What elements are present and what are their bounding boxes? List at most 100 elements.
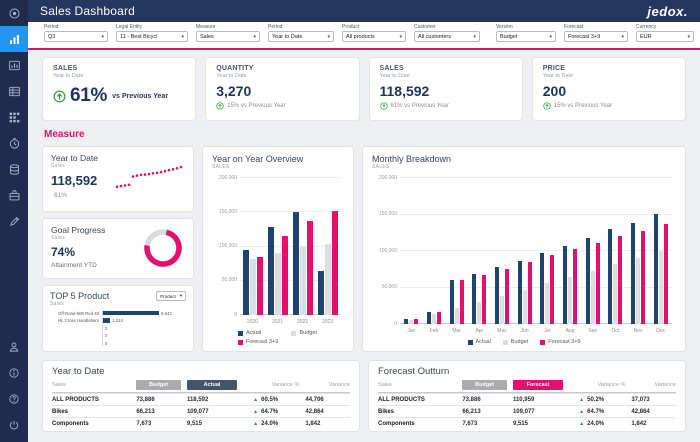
bar-forecast-3+9 (482, 275, 486, 324)
table-row[interactable]: Bikes 66,213 109,077 ▲64.7% 42,864 (52, 405, 350, 417)
jedox-logo: jedox. (647, 4, 688, 19)
table-header-row: Sales Budget Actual Variance % Variance (52, 379, 350, 393)
bar-group-2020 (240, 178, 265, 315)
legend-item-forecast-3+9: Forecast 3+9 (238, 339, 287, 345)
goal-value: 74% (51, 245, 105, 259)
bar-budget (591, 271, 595, 324)
designer-icon[interactable] (0, 208, 28, 234)
up-triangle-icon: ▲ (253, 421, 258, 427)
x-axis-tick: Sep (581, 328, 604, 334)
bar-actual (404, 319, 408, 324)
top5-bar-chart: Off-Road-500 Red 40 9,642HL Cross Handle… (50, 310, 186, 346)
filter-select[interactable]: EUR▾ (636, 31, 694, 42)
modeler-icon[interactable] (0, 104, 28, 130)
legend-swatch (238, 331, 243, 336)
y-axis-tick: 50,000 (213, 277, 237, 283)
bar-actual (318, 271, 324, 315)
bar-actual (293, 212, 299, 315)
bar-forecast-3+9 (282, 236, 288, 315)
bar-value: 0 (105, 326, 107, 331)
column-chip-budget[interactable]: Budget (462, 380, 507, 390)
filter-select[interactable]: All customers▾ (414, 31, 480, 42)
table-row[interactable]: Components 7,673 9,515 ▲24.0% 1,842 (52, 417, 350, 429)
widget-title: TOP 5 Product (50, 291, 109, 301)
integrator-icon[interactable] (0, 156, 28, 182)
filter-version: Version Budget▾ (496, 24, 556, 42)
info-icon[interactable] (0, 360, 28, 386)
bar-forecast-3+9 (460, 280, 464, 324)
filter-select[interactable]: Forecast 3+9▾ (564, 31, 628, 42)
monthly-bar-chart: 050,000100,000150,000200,000 (400, 178, 672, 324)
x-axis-tick: 2023 (315, 319, 340, 325)
row-name: ALL PRODUCTS (52, 397, 136, 403)
bar-actual (268, 227, 274, 315)
y-axis-tick: 200,000 (373, 175, 397, 181)
forecast-outturn-table: Forecast Outturn Sales Budget Forecast V… (368, 360, 686, 432)
power-icon[interactable] (0, 412, 28, 438)
help-icon[interactable] (0, 386, 28, 412)
bar-forecast-3+9 (414, 319, 418, 324)
bar-group-Jan (400, 178, 423, 324)
up-arrow-icon (543, 102, 551, 110)
legend-item-budget: Budget (503, 339, 528, 345)
x-axis-tick: Dec (649, 328, 672, 334)
column-chip-forecast[interactable]: Forecast (513, 380, 563, 390)
bar-group-Apr (468, 178, 491, 324)
legend-item-budget: Budget (291, 330, 340, 336)
kpi-card-price: PRICE Year to Date200 15% vs Previous Ye… (532, 57, 686, 121)
chart-subtitle: SALES (372, 164, 676, 170)
filter-select[interactable]: Budget▾ (496, 31, 556, 42)
bar-group-Mar (445, 178, 468, 324)
up-arrow-icon (380, 102, 388, 110)
table-row[interactable]: ALL PRODUCTS 73,886 118,592 ▲60.5% 44,70… (52, 393, 350, 405)
x-axis-tick: Jul (536, 328, 559, 334)
chevron-down-icon: ▾ (101, 34, 104, 40)
filter-select[interactable]: 11 - Best Bicycl▾ (116, 31, 188, 42)
bar-budget (568, 277, 572, 324)
filter-select[interactable]: Sales▾ (196, 31, 260, 42)
y-axis-tick: 0 (373, 321, 397, 327)
views-icon[interactable] (0, 78, 28, 104)
marketplace-icon[interactable] (0, 182, 28, 208)
column-header: Variance (299, 382, 350, 388)
bar-actual (495, 267, 499, 324)
donut-chart (141, 226, 185, 270)
top5-product-widget: TOP 5 Product Sales Product ▾ Off-Road-5… (42, 285, 194, 352)
bar-label: Off-Road-500 Red 40 (50, 311, 102, 316)
table-row[interactable]: Bikes 66,213 109,077 ▲64.7% 42,864 (378, 405, 676, 417)
user-icon[interactable] (0, 334, 28, 360)
up-arrow-icon (216, 102, 224, 110)
filter-label: Forecast (564, 24, 628, 30)
table-title: Forecast Outturn (378, 366, 676, 377)
table-row[interactable]: Components 7,673 9,515 ▲24.0% 1,842 (378, 417, 676, 429)
jedox-logo-icon[interactable] (0, 0, 28, 26)
top5-product-select[interactable]: Product ▾ (156, 291, 186, 301)
column-chip-budget[interactable]: Budget (136, 380, 181, 390)
bar-actual (243, 250, 249, 315)
kpi-suffix: vs Previous Year (112, 93, 168, 100)
table-header-row: Sales Budget Forecast Variance % Varianc… (378, 379, 676, 393)
filter-select[interactable]: Q3▾ (44, 31, 108, 42)
kpi-card-quantity: QUANTITY Year to Date3,270 15% vs Previo… (205, 57, 359, 121)
y-axis-tick: 100,000 (213, 243, 237, 249)
kpi-value: 200 (543, 83, 675, 99)
y-axis-tick: 200,000 (213, 175, 237, 181)
reports-icon[interactable] (0, 52, 28, 78)
bar-group-Oct (604, 178, 627, 324)
filter-select[interactable]: Year to Date▾ (268, 31, 334, 42)
y-axis-tick: 150,000 (213, 209, 237, 215)
column-header: Variance % (243, 382, 299, 388)
filter-select[interactable]: All products▾ (342, 31, 406, 42)
kpi-subtitle: Year to Date (543, 73, 675, 79)
column-chip-actual[interactable]: Actual (187, 380, 237, 390)
legend-swatch (503, 340, 508, 345)
kpi-row: SALES Year to Date61%vs Previous YearQUA… (42, 57, 686, 121)
filter-label: Product (342, 24, 406, 30)
kpi-title: SALES (380, 65, 512, 72)
table-row[interactable]: ALL PRODUCTS 73,886 110,959 ▲50.2% 37,07… (378, 393, 676, 405)
bar-budget (477, 302, 481, 324)
scheduler-icon[interactable] (0, 130, 28, 156)
dashboards-icon[interactable] (0, 26, 28, 52)
filter-forecast: Forecast Forecast 3+9▾ (564, 24, 628, 42)
up-triangle-icon: ▲ (253, 397, 258, 403)
